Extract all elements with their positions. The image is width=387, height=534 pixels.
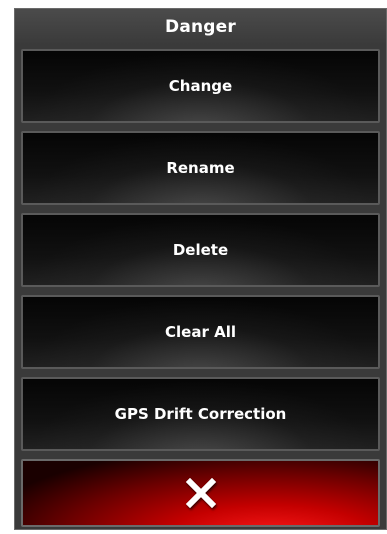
dialog-title: Danger — [15, 9, 386, 45]
delete-button[interactable]: Delete — [21, 213, 380, 287]
rename-button-label: Rename — [166, 159, 235, 177]
delete-button-label: Delete — [172, 241, 229, 259]
close-x-icon — [185, 477, 216, 509]
rename-button[interactable]: Rename — [21, 131, 380, 205]
close-button[interactable] — [21, 459, 380, 527]
change-button[interactable]: Change — [21, 49, 380, 123]
danger-dialog: Danger Change Rename Delete Clear All GP… — [14, 8, 387, 530]
clear-all-button[interactable]: Clear All — [21, 295, 380, 369]
gps-drift-correction-button[interactable]: GPS Drift Correction — [21, 377, 380, 451]
gps-drift-correction-button-label: GPS Drift Correction — [114, 405, 287, 423]
clear-all-button-label: Clear All — [165, 323, 236, 341]
change-button-label: Change — [168, 77, 233, 95]
